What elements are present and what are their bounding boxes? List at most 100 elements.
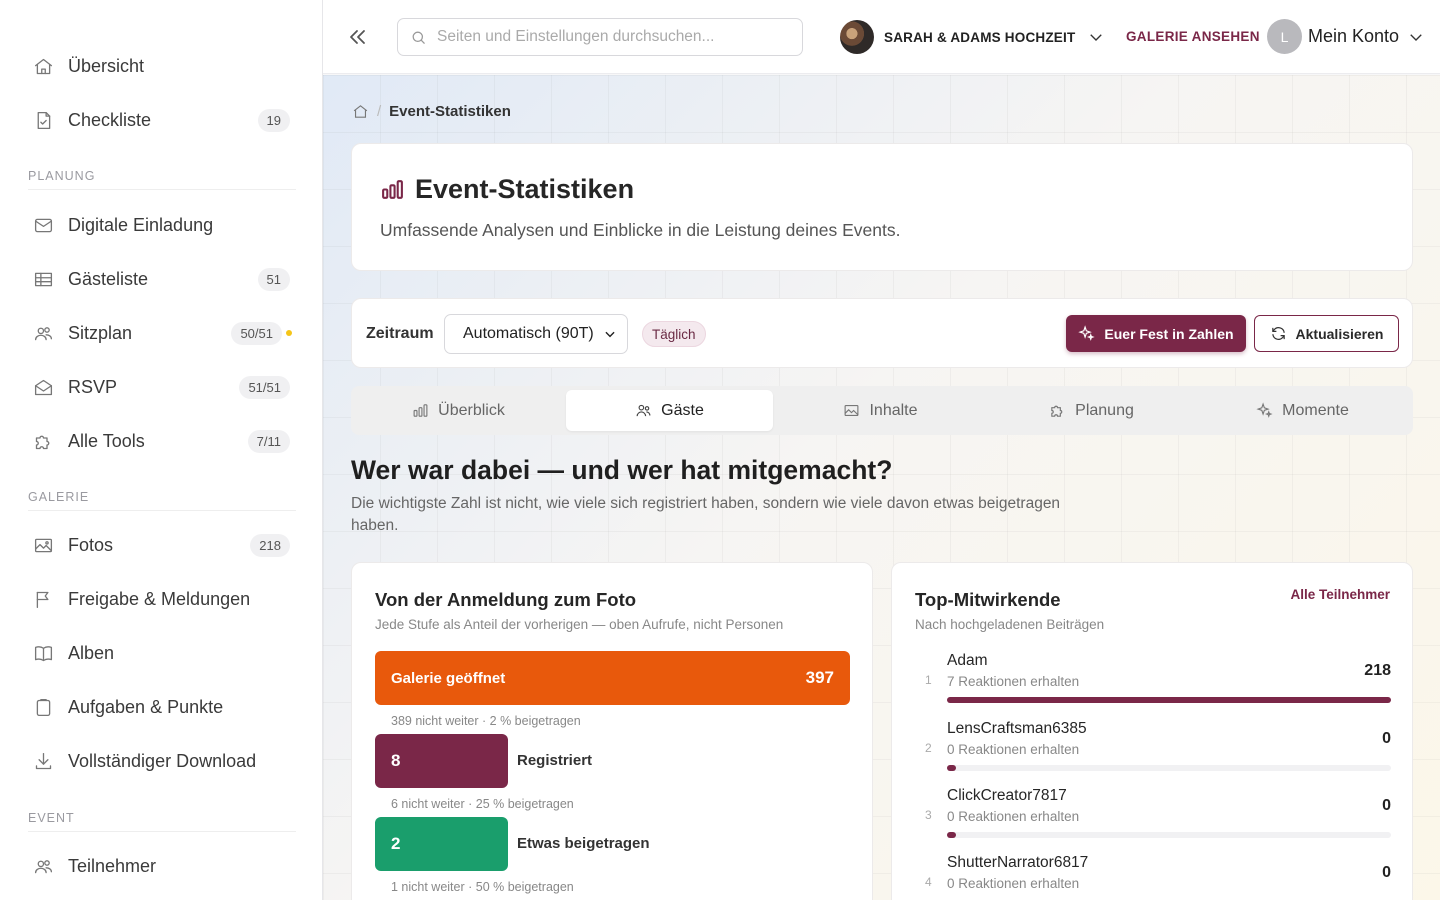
- sidebar-item-label: Checkliste: [68, 109, 152, 130]
- funnel-bar-contributed[interactable]: 2: [375, 817, 508, 871]
- sidebar-item-checkliste[interactable]: Checkliste 19: [24, 98, 296, 142]
- refresh-button[interactable]: Aktualisieren: [1254, 315, 1399, 352]
- sidebar-item-label: Teilnehmer: [68, 855, 157, 876]
- sidebar-item-label: Alle Tools: [68, 430, 145, 451]
- sidebar-item-label: Sitzplan: [68, 322, 133, 343]
- tab-label: Planung: [1075, 401, 1134, 419]
- sidebar-item-alben[interactable]: Alben: [24, 631, 296, 675]
- funnel-card: Von der Anmeldung zum Foto Jede Stufe al…: [351, 562, 873, 900]
- contributor-row[interactable]: 2 LensCraftsman6385 0 Reaktionen erhalte…: [915, 720, 1391, 780]
- main-content: / Event-Statistiken Event-Statistiken Um…: [323, 75, 1440, 900]
- open-envelope-icon: [24, 377, 64, 398]
- fest-in-zahlen-button[interactable]: Euer Fest in Zahlen: [1066, 315, 1246, 352]
- contributor-progress-fill: [947, 697, 1391, 703]
- sidebar-item-aufgaben-punkte[interactable]: Aufgaben & Punkte: [24, 685, 296, 729]
- image-icon: [845, 404, 859, 417]
- granularity-badge: Täglich: [642, 321, 706, 347]
- sidebar-item-label: Übersicht: [68, 55, 145, 76]
- funnel-note: 6 nicht weiter · 25 % beigetragen: [391, 797, 574, 811]
- tab-planung[interactable]: Planung: [988, 390, 1195, 431]
- tab-label: Gäste: [661, 401, 704, 419]
- contributor-row[interactable]: 3 ClickCreator7817 0 Reaktionen erhalten…: [915, 787, 1391, 847]
- contributor-progress-track: [947, 697, 1391, 703]
- chevron-down-icon: [1410, 33, 1422, 41]
- chevron-down-icon: [1090, 34, 1103, 41]
- table-icon: [24, 269, 64, 290]
- sidebar-item-freigabe-meldungen[interactable]: Freigabe & Meldungen: [24, 577, 296, 621]
- search-input[interactable]: [437, 28, 797, 46]
- section-title: Wer war dabei — und wer hat mitgemacht?: [351, 455, 893, 485]
- contributor-row[interactable]: 1 Adam 7 Reaktionen erhalten 218: [915, 652, 1391, 712]
- sidebar-item-label: Fotos: [68, 534, 114, 555]
- users-icon: [636, 404, 651, 417]
- sidebar-item-label: Vollständiger Download: [68, 750, 257, 771]
- funnel-bar-value: 8: [391, 751, 401, 770]
- status-dot: [286, 330, 292, 336]
- search-box[interactable]: [397, 18, 803, 56]
- account-menu[interactable]: L Mein Konto: [1267, 19, 1425, 54]
- top-contributors-card: Top-Mitwirkende Nach hochgeladenen Beitr…: [891, 562, 1413, 900]
- contributor-rank: 1: [925, 673, 932, 687]
- count-badge: 218: [250, 533, 290, 557]
- all-participants-link[interactable]: Alle Teilnehmer: [1290, 587, 1390, 602]
- contributors-title: Top-Mitwirkende: [915, 589, 1061, 610]
- bar-chart-icon: [413, 404, 428, 417]
- sidebar-item-uebersicht[interactable]: Übersicht: [24, 44, 296, 88]
- sidebar-item-digitale-einladung[interactable]: Digitale Einladung: [24, 203, 296, 247]
- count-badge: 7/11: [247, 429, 290, 453]
- home-icon[interactable]: [352, 103, 369, 120]
- users-group-icon: [24, 323, 64, 344]
- envelope-icon: [24, 215, 64, 236]
- contributor-name: ClickCreator7817: [947, 787, 1067, 804]
- sidebar-item-label: RSVP: [68, 376, 118, 397]
- section-label-event: EVENT: [28, 811, 296, 832]
- funnel-bar-registered[interactable]: 8: [375, 734, 508, 788]
- breadcrumb: / Event-Statistiken: [352, 103, 511, 120]
- view-gallery-link[interactable]: GALERIE ANSEHEN: [1126, 29, 1260, 44]
- funnel-stage-label: Etwas beigetragen: [517, 835, 650, 852]
- tab-bar: Überblick Gäste Inhalte Planung Momente: [351, 386, 1413, 435]
- breadcrumb-separator: /: [377, 103, 382, 120]
- collapse-sidebar-icon[interactable]: [345, 25, 369, 49]
- contributor-reactions: 0 Reaktionen erhalten: [947, 876, 1080, 891]
- tab-ueberblick[interactable]: Überblick: [355, 390, 562, 431]
- event-name: SARAH & ADAMS HOCHZEIT: [884, 29, 1076, 45]
- contributor-row[interactable]: 4 ShutterNarrator6817 0 Reaktionen erhal…: [915, 854, 1391, 900]
- tab-label: Überblick: [438, 401, 505, 419]
- sidebar-item-alle-tools[interactable]: Alle Tools 7/11: [24, 419, 296, 463]
- book-icon: [24, 643, 64, 664]
- page-title: Event-Statistiken: [380, 174, 634, 205]
- download-icon: [24, 751, 64, 772]
- sidebar-item-fotos[interactable]: Fotos 218: [24, 523, 296, 567]
- contributor-name: Adam: [947, 652, 988, 669]
- count-badge: 51: [257, 267, 290, 291]
- tab-gaeste[interactable]: Gäste: [566, 390, 773, 431]
- funnel-bar-gallery-opened[interactable]: Galerie geöffnet 397: [375, 651, 850, 705]
- sidebar-item-gaesteliste[interactable]: Gästeliste 51: [24, 257, 296, 301]
- tab-momente[interactable]: Momente: [1199, 390, 1406, 431]
- contributor-progress-track: [947, 765, 1391, 771]
- sidebar-item-label: Alben: [68, 642, 115, 663]
- contributor-value: 0: [1382, 864, 1391, 881]
- account-label: Mein Konto: [1308, 26, 1400, 46]
- filter-bar: Zeitraum Automatisch (90T) Täglich Euer …: [351, 298, 1413, 368]
- funnel-bar-value: 397: [805, 668, 834, 687]
- tab-label: Inhalte: [869, 401, 918, 419]
- tab-inhalte[interactable]: Inhalte: [777, 390, 984, 431]
- top-bar: SARAH & ADAMS HOCHZEIT GALERIE ANSEHEN L…: [323, 0, 1440, 74]
- event-avatar: [840, 20, 874, 54]
- contributor-rank: 3: [925, 808, 932, 822]
- sidebar-item-sitzplan[interactable]: Sitzplan 50/51: [24, 311, 296, 355]
- checklist-document-icon: [24, 110, 64, 131]
- sidebar: Übersicht Checkliste 19 PLANUNG Digitale…: [0, 0, 323, 900]
- contributor-rank: 2: [925, 741, 932, 755]
- section-label-planung: PLANUNG: [28, 169, 296, 190]
- puzzle-icon: [1051, 405, 1063, 417]
- sidebar-item-vollstaendiger-download[interactable]: Vollständiger Download: [24, 739, 296, 783]
- clipboard-icon: [24, 697, 64, 718]
- period-select[interactable]: Automatisch (90T): [444, 314, 628, 354]
- sidebar-item-rsvp[interactable]: RSVP 51/51: [24, 365, 296, 409]
- sidebar-item-teilnehmer[interactable]: Teilnehmer: [24, 844, 296, 888]
- event-switcher[interactable]: SARAH & ADAMS HOCHZEIT: [840, 19, 1105, 55]
- avatar: L: [1267, 19, 1302, 54]
